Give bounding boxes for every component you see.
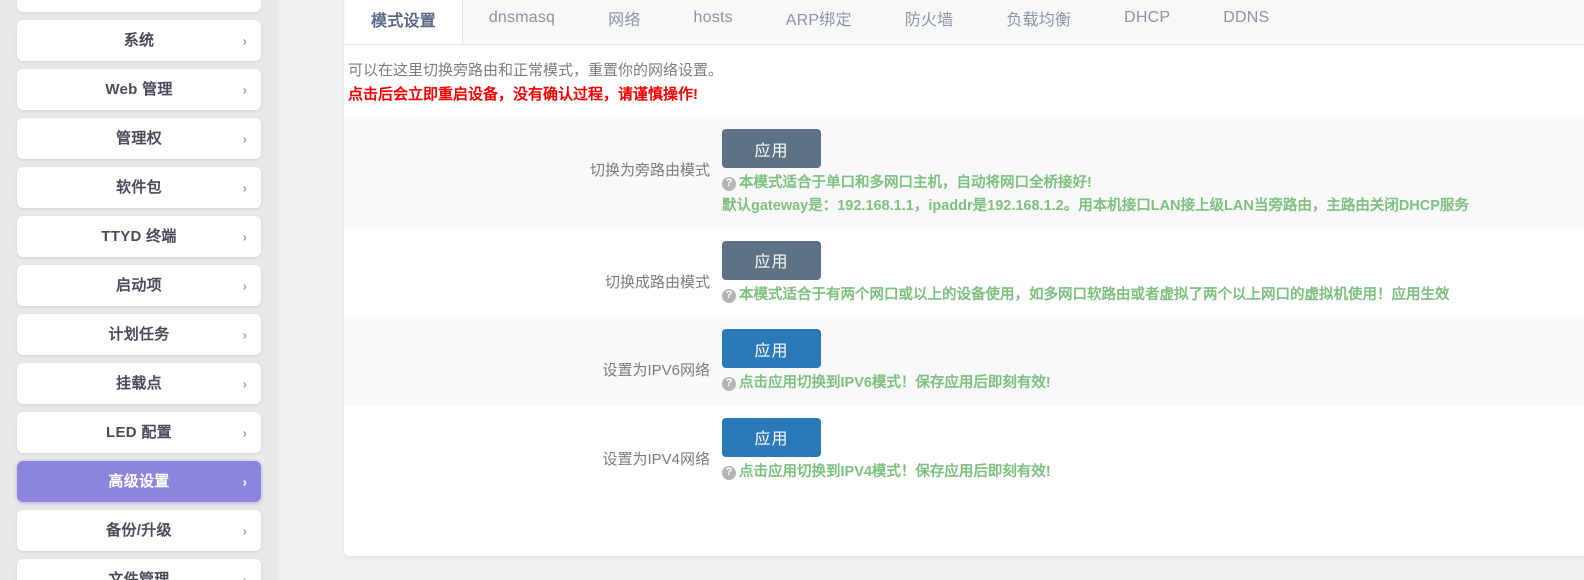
chevron-right-icon: ›: [242, 474, 247, 489]
sidebar-item-label: 系统: [123, 32, 155, 49]
sidebar-item-label: Web 管理: [105, 81, 173, 98]
setting-hint: ? 本模式适合于有两个网口或以上的设备使用，如多网口软路由或者虚拟了两个以上网口的…: [722, 284, 1584, 307]
setting-row: 设置为IPV6网络 应用? 点击应用切换到IPV6模式！保存应用后即刻有效!: [344, 317, 1584, 406]
tab-5[interactable]: 防火墙: [879, 0, 981, 44]
tab-label: 模式设置: [371, 12, 436, 30]
chevron-right-icon: ›: [242, 425, 247, 440]
tab-label: 负载均衡: [1006, 12, 1072, 29]
tab-label: hosts: [693, 9, 733, 26]
sidebar-item-2[interactable]: 管理权 ›: [17, 118, 261, 159]
description-line-1: 可以在这里切换旁路由和正常模式，重置你的网络设置。: [348, 62, 724, 79]
setting-hint: ? 点击应用切换到IPV4模式！保存应用后即刻有效!: [722, 461, 1584, 484]
tab-label: dnsmasq: [488, 9, 556, 26]
apply-button[interactable]: 应用: [722, 329, 821, 369]
sidebar-item-label: 管理权: [116, 130, 162, 147]
page-bottom-strip: [278, 572, 1584, 580]
tab-0[interactable]: 模式设置: [345, 0, 463, 44]
tab-7[interactable]: DHCP: [1098, 0, 1197, 44]
sidebar-item-list: 系统 › Web 管理 › 管理权 › 软件包 › TTYD 终端 › 启动项 › 计划任务 › 挂载点 › L…: [14, 20, 264, 580]
setting-row: 设置为IPV4网络 应用? 点击应用切换到IPV4模式！保存应用后即刻有效!: [344, 405, 1584, 495]
setting-row: 切换为旁路由模式 应用? 本模式适合于单口和多网口主机，自动将网口全桥接好! 默认ga…: [344, 117, 1584, 229]
sidebar-item-partial-top: [17, 0, 261, 12]
chevron-right-icon: ›: [242, 33, 247, 48]
sidebar-item-3[interactable]: 软件包 ›: [17, 167, 261, 208]
sidebar-item-11[interactable]: 文件管理 ›: [17, 559, 261, 580]
sidebar-navigation: 系统 › Web 管理 › 管理权 › 软件包 › TTYD 终端 › 启动项 › 计划任务 › 挂载点 › L…: [0, 0, 278, 580]
mode-settings-rows: 切换为旁路由模式 应用? 本模式适合于单口和多网口主机，自动将网口全桥接好! 默认ga…: [344, 117, 1584, 495]
setting-hint-text: 点击应用切换到IPV6模式！保存应用后即刻有效!: [739, 375, 1051, 392]
chevron-right-icon: ›: [242, 572, 247, 580]
settings-card: 模式设置 dnsmasq 网络 hosts ARP绑定 防火墙 负载均衡 DHCP DDNS 可…: [344, 0, 1584, 556]
setting-hint: ? 点击应用切换到IPV6模式！保存应用后即刻有效!: [722, 372, 1584, 395]
setting-row-body: 应用? 本模式适合于单口和多网口主机，自动将网口全桥接好! 默认gateway是：1…: [722, 129, 1584, 219]
sidebar-item-4[interactable]: TTYD 终端 ›: [17, 216, 261, 257]
tab-6[interactable]: 负载均衡: [980, 0, 1098, 44]
sidebar-item-1[interactable]: Web 管理 ›: [17, 69, 261, 110]
setting-hint-text: 本模式适合于单口和多网口主机，自动将网口全桥接好!: [739, 175, 1092, 191]
tab-label: DHCP: [1124, 9, 1171, 26]
question-circle-icon: ?: [722, 377, 736, 392]
setting-row-label: 设置为IPV4网络: [602, 450, 710, 468]
page-root: 系统 › Web 管理 › 管理权 › 软件包 › TTYD 终端 › 启动项 › 计划任务 › 挂载点 › L…: [0, 0, 1584, 580]
chevron-right-icon: ›: [242, 180, 247, 195]
chevron-right-icon: ›: [242, 376, 247, 391]
sidebar-item-9[interactable]: 高级设置 ›: [17, 461, 261, 502]
tab-2[interactable]: 网络: [582, 0, 667, 44]
sidebar-item-10[interactable]: 备份/升级 ›: [17, 510, 261, 551]
apply-button[interactable]: 应用: [722, 240, 821, 280]
tab-1[interactable]: dnsmasq: [463, 0, 582, 44]
tab-4[interactable]: ARP绑定: [760, 0, 879, 44]
sidebar-item-label: 高级设置: [108, 473, 170, 490]
sidebar-item-8[interactable]: LED 配置 ›: [17, 412, 261, 453]
question-circle-icon: ?: [722, 177, 736, 191]
sidebar-item-label: 计划任务: [108, 326, 170, 343]
question-circle-icon: ?: [722, 465, 736, 480]
setting-row: 切换成路由模式 应用? 本模式适合于有两个网口或以上的设备使用，如多网口软路由或者虚…: [344, 228, 1584, 318]
chevron-right-icon: ›: [242, 523, 247, 538]
setting-row-body: 应用? 本模式适合于有两个网口或以上的设备使用，如多网口软路由或者虚拟了两个以上网…: [722, 240, 1584, 307]
setting-hint-secondary: 默认gateway是：192.168.1.1，ipaddr是192.168.1.…: [722, 198, 1469, 215]
page-description: 可以在这里切换旁路由和正常模式，重置你的网络设置。 点击后会立即重启设备，没有确…: [346, 45, 1584, 117]
sidebar-item-label: 软件包: [116, 179, 162, 196]
tab-label: 防火墙: [904, 12, 954, 29]
sidebar-item-label: 挂载点: [116, 375, 162, 392]
setting-hint: ? 本模式适合于单口和多网口主机，自动将网口全桥接好!: [722, 172, 1584, 195]
sidebar-item-5[interactable]: 启动项 ›: [17, 265, 261, 306]
tab-label: 网络: [608, 12, 641, 29]
apply-button[interactable]: 应用: [722, 129, 821, 168]
chevron-right-icon: ›: [242, 278, 247, 293]
chevron-right-icon: ›: [242, 82, 247, 97]
chevron-right-icon: ›: [242, 327, 247, 342]
sidebar-item-6[interactable]: 计划任务 ›: [17, 314, 261, 355]
sidebar-item-label: TTYD 终端: [101, 228, 177, 245]
sidebar-item-label: 文件管理: [108, 571, 170, 580]
setting-row-label: 设置为IPV6网络: [602, 362, 710, 380]
chevron-right-icon: ›: [242, 229, 247, 244]
sidebar-item-label: 启动项: [116, 277, 162, 294]
sidebar-item-label: 备份/升级: [106, 522, 172, 539]
setting-row-body: 应用? 点击应用切换到IPV6模式！保存应用后即刻有效!: [722, 329, 1584, 395]
question-circle-icon: ?: [722, 288, 736, 303]
setting-row-label: 切换为旁路由模式: [589, 162, 710, 179]
tab-8[interactable]: DDNS: [1197, 0, 1296, 44]
setting-hint-text: 点击应用切换到IPV4模式！保存应用后即刻有效!: [739, 463, 1051, 480]
chevron-right-icon: ›: [242, 131, 247, 146]
main-content-area: 模式设置 dnsmasq 网络 hosts ARP绑定 防火墙 负载均衡 DHCP DDNS 可…: [278, 0, 1584, 580]
sidebar-item-label: LED 配置: [106, 424, 172, 441]
tab-label: DDNS: [1223, 9, 1270, 26]
setting-hint-text: 本模式适合于有两个网口或以上的设备使用，如多网口软路由或者虚拟了两个以上网口的虚…: [739, 286, 1450, 303]
setting-row-body: 应用? 点击应用切换到IPV4模式！保存应用后即刻有效!: [722, 417, 1584, 484]
setting-row-label: 切换成路由模式: [604, 273, 710, 291]
apply-button[interactable]: 应用: [722, 417, 821, 457]
sidebar-item-0[interactable]: 系统 ›: [17, 20, 261, 61]
tab-3[interactable]: hosts: [668, 0, 760, 44]
tab-label: ARP绑定: [785, 12, 852, 29]
sidebar-item-7[interactable]: 挂载点 ›: [17, 363, 261, 404]
description-warning: 点击后会立即重启设备，没有确认过程，请谨慎操作!: [348, 86, 698, 103]
tab-bar: 模式设置 dnsmasq 网络 hosts ARP绑定 防火墙 负载均衡 DHCP DDNS: [344, 0, 1584, 45]
